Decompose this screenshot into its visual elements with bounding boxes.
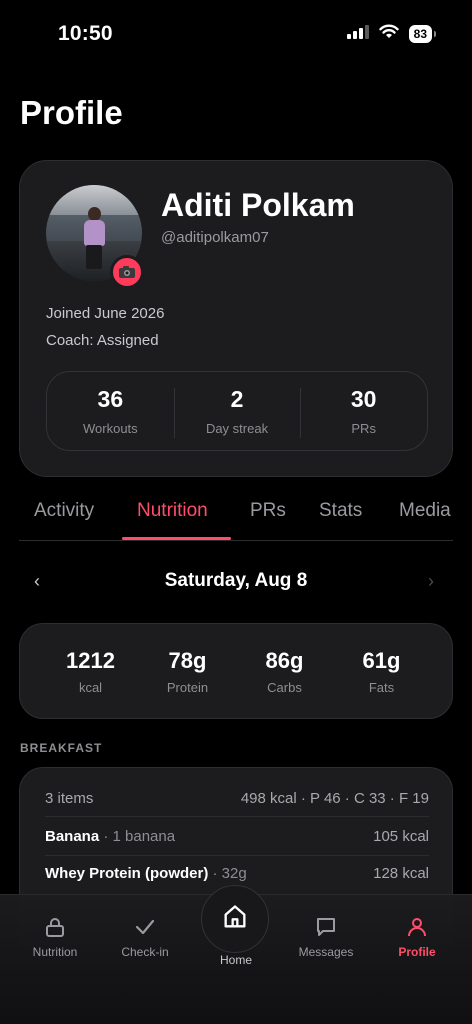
stat-value: 2 [230, 386, 244, 412]
food-kcal: 105 kcal [373, 828, 429, 845]
nav-label: Check-in [121, 945, 169, 959]
profile-handle: @aditipolkam07 [161, 229, 269, 246]
food-quantity: · 1 banana [99, 828, 176, 845]
profile-name: Aditi Polkam [161, 187, 355, 223]
date-navigator: ‹ Saturday, Aug 8 › [0, 566, 472, 600]
macro-carbs: 86g Carbs [236, 648, 333, 695]
cellular-signal-icon [346, 24, 369, 44]
divider [45, 855, 429, 856]
joined-date: Joined June 2026 [46, 305, 165, 322]
person-icon [372, 915, 462, 939]
macro-kcal: 1212 kcal [42, 648, 139, 695]
check-icon [100, 915, 190, 939]
profile-stats: 36 Workouts 2 Day streak 30 PRs [46, 371, 428, 451]
macro-label: kcal [78, 679, 103, 695]
camera-icon[interactable] [110, 255, 144, 289]
lock-icon [10, 915, 100, 939]
profile-card: Aditi Polkam @aditipolkam07 Joined June … [19, 160, 453, 477]
stat-label: Day streak [205, 421, 269, 436]
stat-value: 36 [97, 386, 124, 412]
nav-home[interactable] [201, 885, 269, 953]
macro-fats: 61g Fats [333, 648, 430, 695]
nav-messages[interactable]: Messages [281, 915, 371, 959]
battery-icon: 83 [408, 25, 437, 43]
food-quantity: · 32g [208, 865, 247, 882]
food-item[interactable]: Whey Protein (powder) · 32g 128 kcal [45, 865, 429, 882]
food-name: Whey Protein (powder) [45, 865, 209, 882]
status-icons: 83 [346, 24, 437, 44]
macro-value: 78g [168, 647, 207, 673]
food-kcal: 128 kcal [373, 865, 429, 882]
nav-label: Nutrition [32, 945, 78, 959]
active-tab-indicator [122, 537, 231, 540]
nav-label: Home [219, 953, 252, 967]
wifi-icon [378, 24, 399, 44]
stat-label: PRs [351, 421, 376, 436]
tabs-divider [19, 540, 453, 541]
meal-macros: 498 kcal · P 46 · C 33 · F 19 [240, 790, 429, 807]
tab-media[interactable]: Media [399, 500, 472, 522]
macro-label: Fats [368, 679, 395, 695]
stat-workouts[interactable]: 36 Workouts [47, 386, 174, 436]
meal-summary: 3 items 498 kcal · P 46 · C 33 · F 19 [45, 790, 429, 807]
stat-prs[interactable]: 30 PRs [300, 386, 427, 438]
stat-value: 30 [350, 386, 377, 412]
tab-prs[interactable]: PRs [250, 500, 286, 522]
nav-label: Profile [398, 945, 436, 959]
tab-nutrition[interactable]: Nutrition [137, 500, 208, 522]
status-time: 10:50 [58, 22, 113, 45]
meal-section-heading: BREAKFAST [20, 741, 103, 755]
date-label: Saturday, Aug 8 [164, 570, 308, 591]
nav-nutrition[interactable]: Nutrition [10, 915, 100, 959]
message-icon [281, 915, 371, 939]
nav-label: Messages [298, 945, 354, 959]
next-day-chevron-icon[interactable]: › [428, 571, 434, 592]
nav-profile[interactable]: Profile [372, 915, 462, 959]
stat-label: Workouts [83, 421, 138, 436]
macro-value: 1212 [66, 647, 115, 673]
nav-check-in[interactable]: Check-in [100, 915, 190, 959]
coach-status: Coach: Assigned [46, 332, 159, 349]
status-bar: 10:50 83 [0, 0, 472, 70]
macro-protein: 78g Protein [139, 648, 236, 695]
tab-activity[interactable]: Activity [34, 500, 94, 522]
macro-value: 86g [265, 647, 304, 673]
food-name: Banana [45, 828, 100, 845]
divider [45, 816, 429, 817]
stat-day-streak[interactable]: 2 Day streak [173, 386, 301, 438]
macro-value: 61g [362, 647, 401, 673]
macro-summary-card: 1212 kcal 78g Protein 86g Carbs 61g Fats [19, 623, 453, 719]
meal-item-count: 3 items [45, 790, 94, 807]
food-item[interactable]: Banana · 1 banana 105 kcal [45, 828, 429, 845]
home-icon [221, 903, 249, 936]
tab-stats[interactable]: Stats [319, 500, 362, 522]
bottom-nav: Nutrition Check-in Home Messages Profile [0, 885, 472, 1024]
page-title: Profile [20, 94, 123, 131]
macro-label: Protein [166, 679, 209, 695]
macro-label: Carbs [267, 679, 302, 695]
